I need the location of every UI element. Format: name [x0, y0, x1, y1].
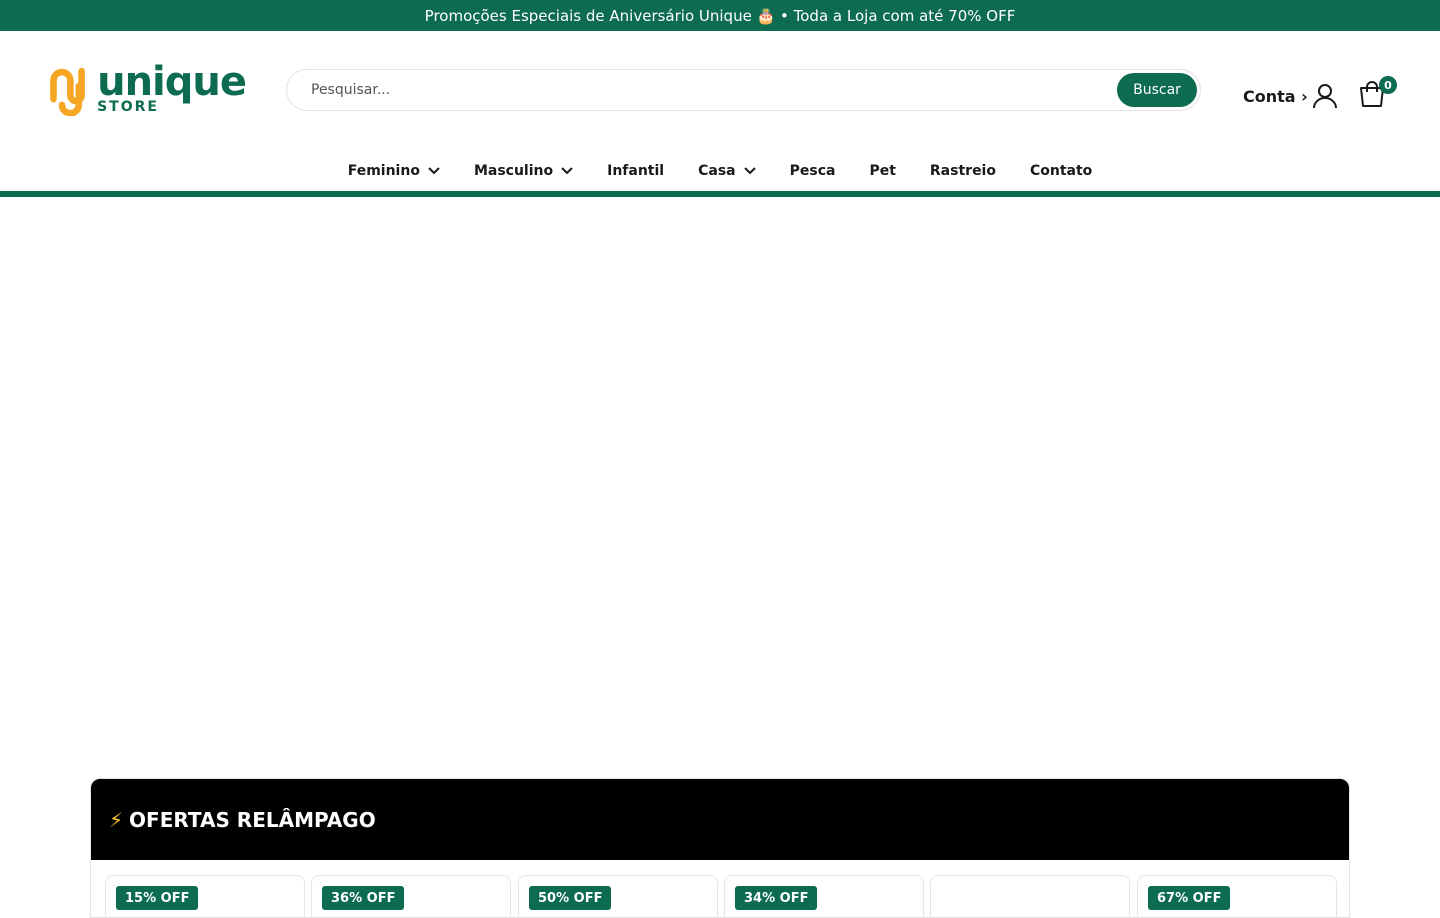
- product-card[interactable]: 36% OFF: [311, 875, 511, 917]
- nav-item-pesca[interactable]: Pesca: [790, 163, 836, 179]
- account-link[interactable]: Conta ›: [1243, 83, 1337, 109]
- chevron-down-icon: [428, 167, 440, 175]
- nav-item-pet[interactable]: Pet: [869, 163, 895, 179]
- product-cards: 15% OFF 36% OFF 50% OFF 34% OFF 67% OFF: [105, 875, 1337, 917]
- hero-banner[interactable]: [0, 197, 1440, 757]
- logo[interactable]: unique STORE: [46, 59, 247, 117]
- nav-item-label: Pet: [869, 163, 896, 179]
- chevron-down-icon: [743, 167, 756, 175]
- product-card[interactable]: 50% OFF: [518, 875, 718, 917]
- nav-item-contato[interactable]: Contato: [1030, 163, 1092, 179]
- nav-item-label: Pesca: [789, 163, 836, 179]
- nav-item-label: Rastreio: [929, 163, 996, 179]
- nav-item-casa[interactable]: Casa: [698, 163, 756, 179]
- discount-badge: 36% OFF: [322, 886, 405, 910]
- nav-item-feminino[interactable]: Feminino: [348, 163, 440, 179]
- lightning-icon: ⚡: [109, 807, 124, 832]
- logo-sub: STORE: [97, 99, 159, 115]
- user-icon[interactable]: [1312, 83, 1338, 109]
- flash-offers-section: ⚡ OFERTAS RELÂMPAGO 15% OFF 36% OFF 50% …: [90, 778, 1350, 918]
- nav-item-label: Feminino: [347, 163, 420, 179]
- product-card[interactable]: 67% OFF: [1137, 875, 1337, 917]
- discount-badge: 15% OFF: [116, 886, 199, 910]
- nav-item-label: Infantil: [607, 163, 665, 179]
- nav-item-rastreio[interactable]: Rastreio: [930, 163, 996, 179]
- nav-item-label: Casa: [698, 163, 736, 179]
- discount-badge: 50% OFF: [529, 886, 612, 910]
- flash-offers-title: OFERTAS RELÂMPAGO: [129, 807, 376, 832]
- account-label: Conta ›: [1243, 86, 1308, 106]
- discount-badge: 34% OFF: [735, 886, 818, 910]
- flash-offers-header: ⚡ OFERTAS RELÂMPAGO: [91, 779, 1349, 860]
- logo-word: unique: [97, 59, 247, 105]
- search-button[interactable]: Buscar: [1117, 73, 1197, 107]
- nav-item-masculino[interactable]: Masculino: [474, 163, 573, 179]
- header: unique STORE Buscar Conta › 0: [0, 31, 1440, 151]
- main-nav: Feminino Masculino Infantil Casa Pesca P…: [0, 151, 1440, 191]
- nav-item-label: Masculino: [473, 163, 554, 179]
- announcement-bar: Promoções Especiais de Aniversário Uniqu…: [0, 0, 1440, 31]
- discount-badge: 67% OFF: [1148, 886, 1231, 910]
- announcement-text: Promoções Especiais de Aniversário Uniqu…: [424, 6, 1016, 25]
- nav-item-label: Contato: [1029, 163, 1093, 179]
- product-card[interactable]: 34% OFF: [724, 875, 924, 917]
- product-card[interactable]: [930, 875, 1130, 917]
- logo-mark-icon: [50, 67, 85, 116]
- nav-item-infantil[interactable]: Infantil: [607, 163, 664, 179]
- search-input[interactable]: [311, 70, 1091, 110]
- search-bar: Buscar: [286, 69, 1201, 111]
- cart-count-badge: 0: [1379, 76, 1397, 94]
- product-card[interactable]: 15% OFF: [105, 875, 305, 917]
- chevron-down-icon: [561, 167, 573, 175]
